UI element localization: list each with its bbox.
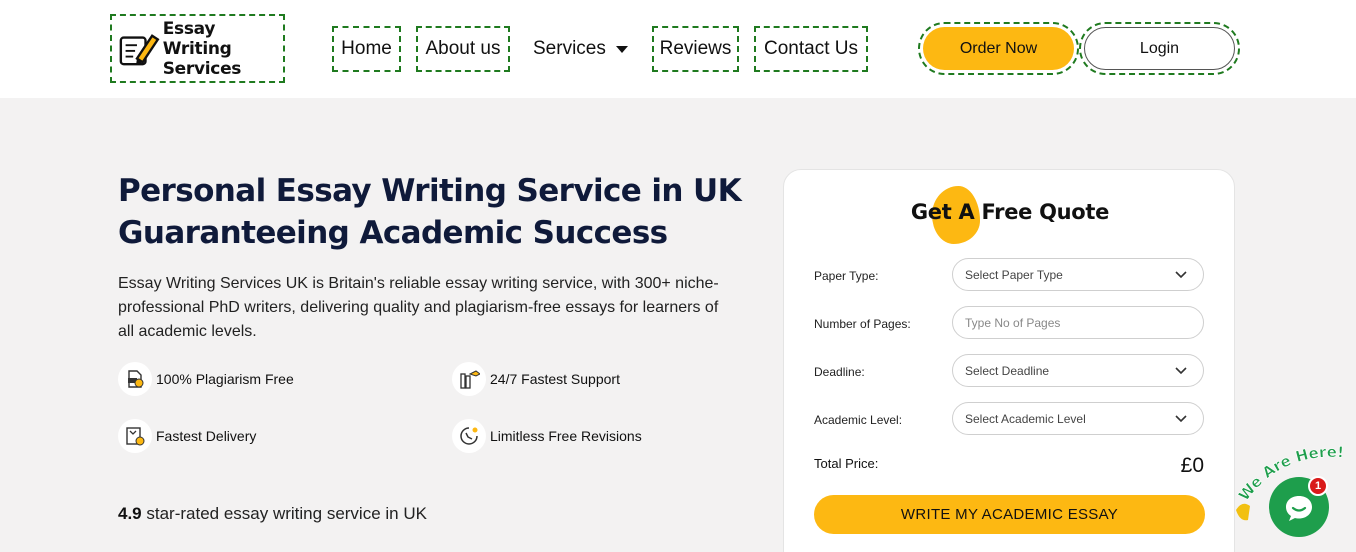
total-price-label: Total Price: bbox=[814, 456, 879, 471]
delivery-box-icon bbox=[118, 419, 152, 453]
books-graduation-icon bbox=[452, 362, 486, 396]
nav-reviews[interactable]: Reviews bbox=[652, 26, 739, 72]
deadline-value: Select Deadline bbox=[965, 363, 1050, 378]
quote-title: Get A Free Quote bbox=[910, 200, 1110, 224]
chat-notification-badge: 1 bbox=[1308, 476, 1328, 496]
site-header: Essay Writing Services Home About us Ser… bbox=[0, 0, 1356, 98]
feature-free-revisions: Limitless Free Revisions bbox=[452, 419, 642, 453]
chat-icon bbox=[1286, 496, 1312, 521]
feature-fastest-delivery: Fastest Delivery bbox=[118, 419, 256, 453]
logo-text: Essay Writing Services bbox=[163, 19, 283, 79]
chevron-down-icon bbox=[1175, 271, 1187, 279]
write-my-essay-button[interactable]: WRITE MY ACADEMIC ESSAY bbox=[814, 495, 1205, 534]
nav-about-us[interactable]: About us bbox=[416, 26, 510, 72]
order-now-button[interactable]: Order Now bbox=[923, 27, 1074, 70]
deadline-label: Deadline: bbox=[814, 365, 865, 379]
rating-description: star-rated essay writing service in UK bbox=[141, 504, 427, 523]
logo-line-1: Essay Writing bbox=[162, 18, 232, 59]
nav-home[interactable]: Home bbox=[332, 26, 401, 72]
academic-level-value: Select Academic Level bbox=[965, 411, 1086, 426]
order-now-wrapper: Order Now bbox=[918, 22, 1079, 75]
feature-fastest-support: 24/7 Fastest Support bbox=[452, 362, 620, 396]
academic-level-select[interactable]: Select Academic Level bbox=[952, 402, 1204, 435]
pages-placeholder: Type No of Pages bbox=[965, 315, 1061, 330]
hero-title-line-1: Personal Essay Writing Service in UK bbox=[118, 173, 742, 209]
pages-input[interactable]: Type No of Pages bbox=[952, 306, 1204, 339]
paper-type-label: Paper Type: bbox=[814, 269, 879, 283]
waving-hand-icon bbox=[1236, 503, 1250, 521]
total-price-value: £0 bbox=[1180, 454, 1204, 477]
hero-title: Personal Essay Writing Service in UK Gua… bbox=[118, 170, 758, 254]
revision-phone-icon bbox=[452, 419, 486, 453]
feature-plagiarism-label: 100% Plagiarism Free bbox=[156, 371, 294, 387]
caret-down-icon bbox=[615, 45, 628, 53]
chevron-down-icon bbox=[1175, 367, 1187, 375]
rating-text: 4.9 star-rated essay writing service in … bbox=[118, 504, 427, 524]
hero-description: Essay Writing Services UK is Britain's r… bbox=[118, 275, 719, 340]
academic-level-label: Academic Level: bbox=[814, 413, 903, 427]
deadline-select[interactable]: Select Deadline bbox=[952, 354, 1204, 387]
free-quote-card: Get A Free Quote Paper Type: Select Pape… bbox=[783, 169, 1235, 552]
pdf-check-icon bbox=[118, 362, 152, 396]
nav-services[interactable]: Services bbox=[533, 26, 628, 72]
feature-support-label: 24/7 Fastest Support bbox=[490, 371, 620, 387]
site-logo[interactable]: Essay Writing Services bbox=[110, 14, 285, 83]
paper-type-value: Select Paper Type bbox=[965, 267, 1063, 282]
pencil-document-icon bbox=[119, 33, 160, 65]
paper-type-select[interactable]: Select Paper Type bbox=[952, 258, 1204, 291]
nav-services-label: Services bbox=[533, 38, 606, 59]
pages-label: Number of Pages: bbox=[814, 317, 911, 331]
chevron-down-icon bbox=[1175, 415, 1187, 423]
feature-delivery-label: Fastest Delivery bbox=[156, 428, 257, 444]
nav-contact-us[interactable]: Contact Us bbox=[754, 26, 868, 72]
feature-revisions-label: Limitless Free Revisions bbox=[490, 428, 642, 444]
hero-title-line-2: Guaranteeing Academic Success bbox=[118, 215, 668, 251]
login-wrapper: Login bbox=[1079, 22, 1240, 75]
feature-plagiarism-free: 100% Plagiarism Free bbox=[118, 362, 294, 396]
rating-value: 4.9 bbox=[118, 504, 142, 523]
logo-line-2: Services bbox=[162, 58, 242, 79]
login-button[interactable]: Login bbox=[1084, 27, 1235, 70]
